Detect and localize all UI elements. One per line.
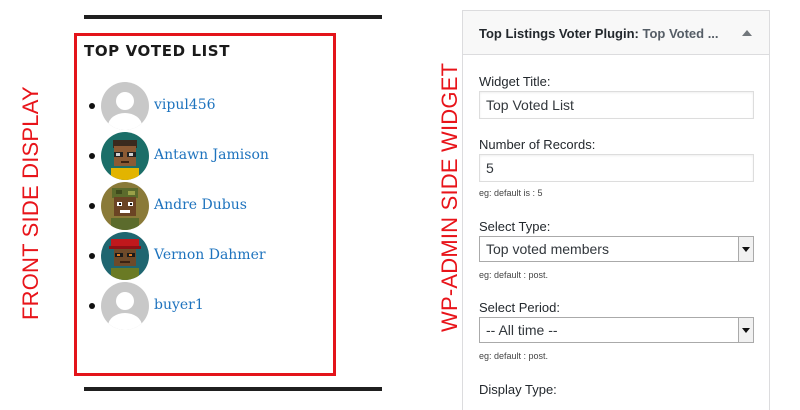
select-period-value: -- All time -- <box>486 322 558 338</box>
widget-title-label: Widget Title: <box>479 74 551 89</box>
default-avatar-icon[interactable] <box>101 82 149 130</box>
bullet <box>89 253 95 259</box>
select-type-value: Top voted members <box>486 241 609 257</box>
pixel-avatar-camo-icon[interactable] <box>101 182 149 230</box>
select-period-hint: eg: default : post. <box>479 351 549 361</box>
top-divider <box>84 15 382 19</box>
member-link[interactable]: buyer1 <box>154 297 204 313</box>
display-type-label: Display Type: <box>479 382 557 397</box>
widget-title-input[interactable] <box>479 91 754 119</box>
bullet <box>89 103 95 109</box>
select-type-label: Select Type: <box>479 219 551 234</box>
widget-plugin-name: Top Listings Voter Plugin: <box>479 26 639 41</box>
widget-header-title: Top Listings Voter Plugin: Top Voted ... <box>479 26 719 41</box>
bottom-divider <box>84 387 382 391</box>
widget-heading: TOP VOTED LIST <box>84 42 231 60</box>
member-link[interactable]: Antawn Jamison <box>154 147 269 163</box>
bullet <box>89 153 95 159</box>
pixel-avatar-red-hat-icon[interactable] <box>101 232 149 280</box>
member-link[interactable]: vipul456 <box>154 97 216 113</box>
select-type-hint: eg: default : post. <box>479 270 549 280</box>
admin-widget-panel: Top Listings Voter Plugin: Top Voted ...… <box>462 10 770 410</box>
select-period-dropdown[interactable]: -- All time -- <box>479 317 754 343</box>
records-label: Number of Records: <box>479 137 596 152</box>
pixel-avatar-glasses-icon[interactable] <box>101 132 149 180</box>
records-hint: eg: default is : 5 <box>479 188 543 198</box>
dropdown-arrow-icon[interactable] <box>738 237 753 261</box>
wp-admin-side-widget-label: WP-ADMIN SIDE WIDGET <box>437 62 462 332</box>
widget-header[interactable]: Top Listings Voter Plugin: Top Voted ... <box>463 11 769 55</box>
member-link[interactable]: Vernon Dahmer <box>154 247 266 263</box>
default-avatar-icon[interactable] <box>101 282 149 330</box>
select-type-dropdown[interactable]: Top voted members <box>479 236 754 262</box>
select-period-label: Select Period: <box>479 300 560 315</box>
bullet <box>89 203 95 209</box>
dropdown-arrow-icon[interactable] <box>738 318 753 342</box>
records-input[interactable] <box>479 154 754 182</box>
bullet <box>89 303 95 309</box>
member-link[interactable]: Andre Dubus <box>154 197 247 213</box>
collapse-arrow-icon[interactable] <box>742 30 752 36</box>
front-side-display-label: FRONT SIDE DISPLAY <box>18 86 43 320</box>
widget-instance-title: Top Voted ... <box>642 26 719 41</box>
